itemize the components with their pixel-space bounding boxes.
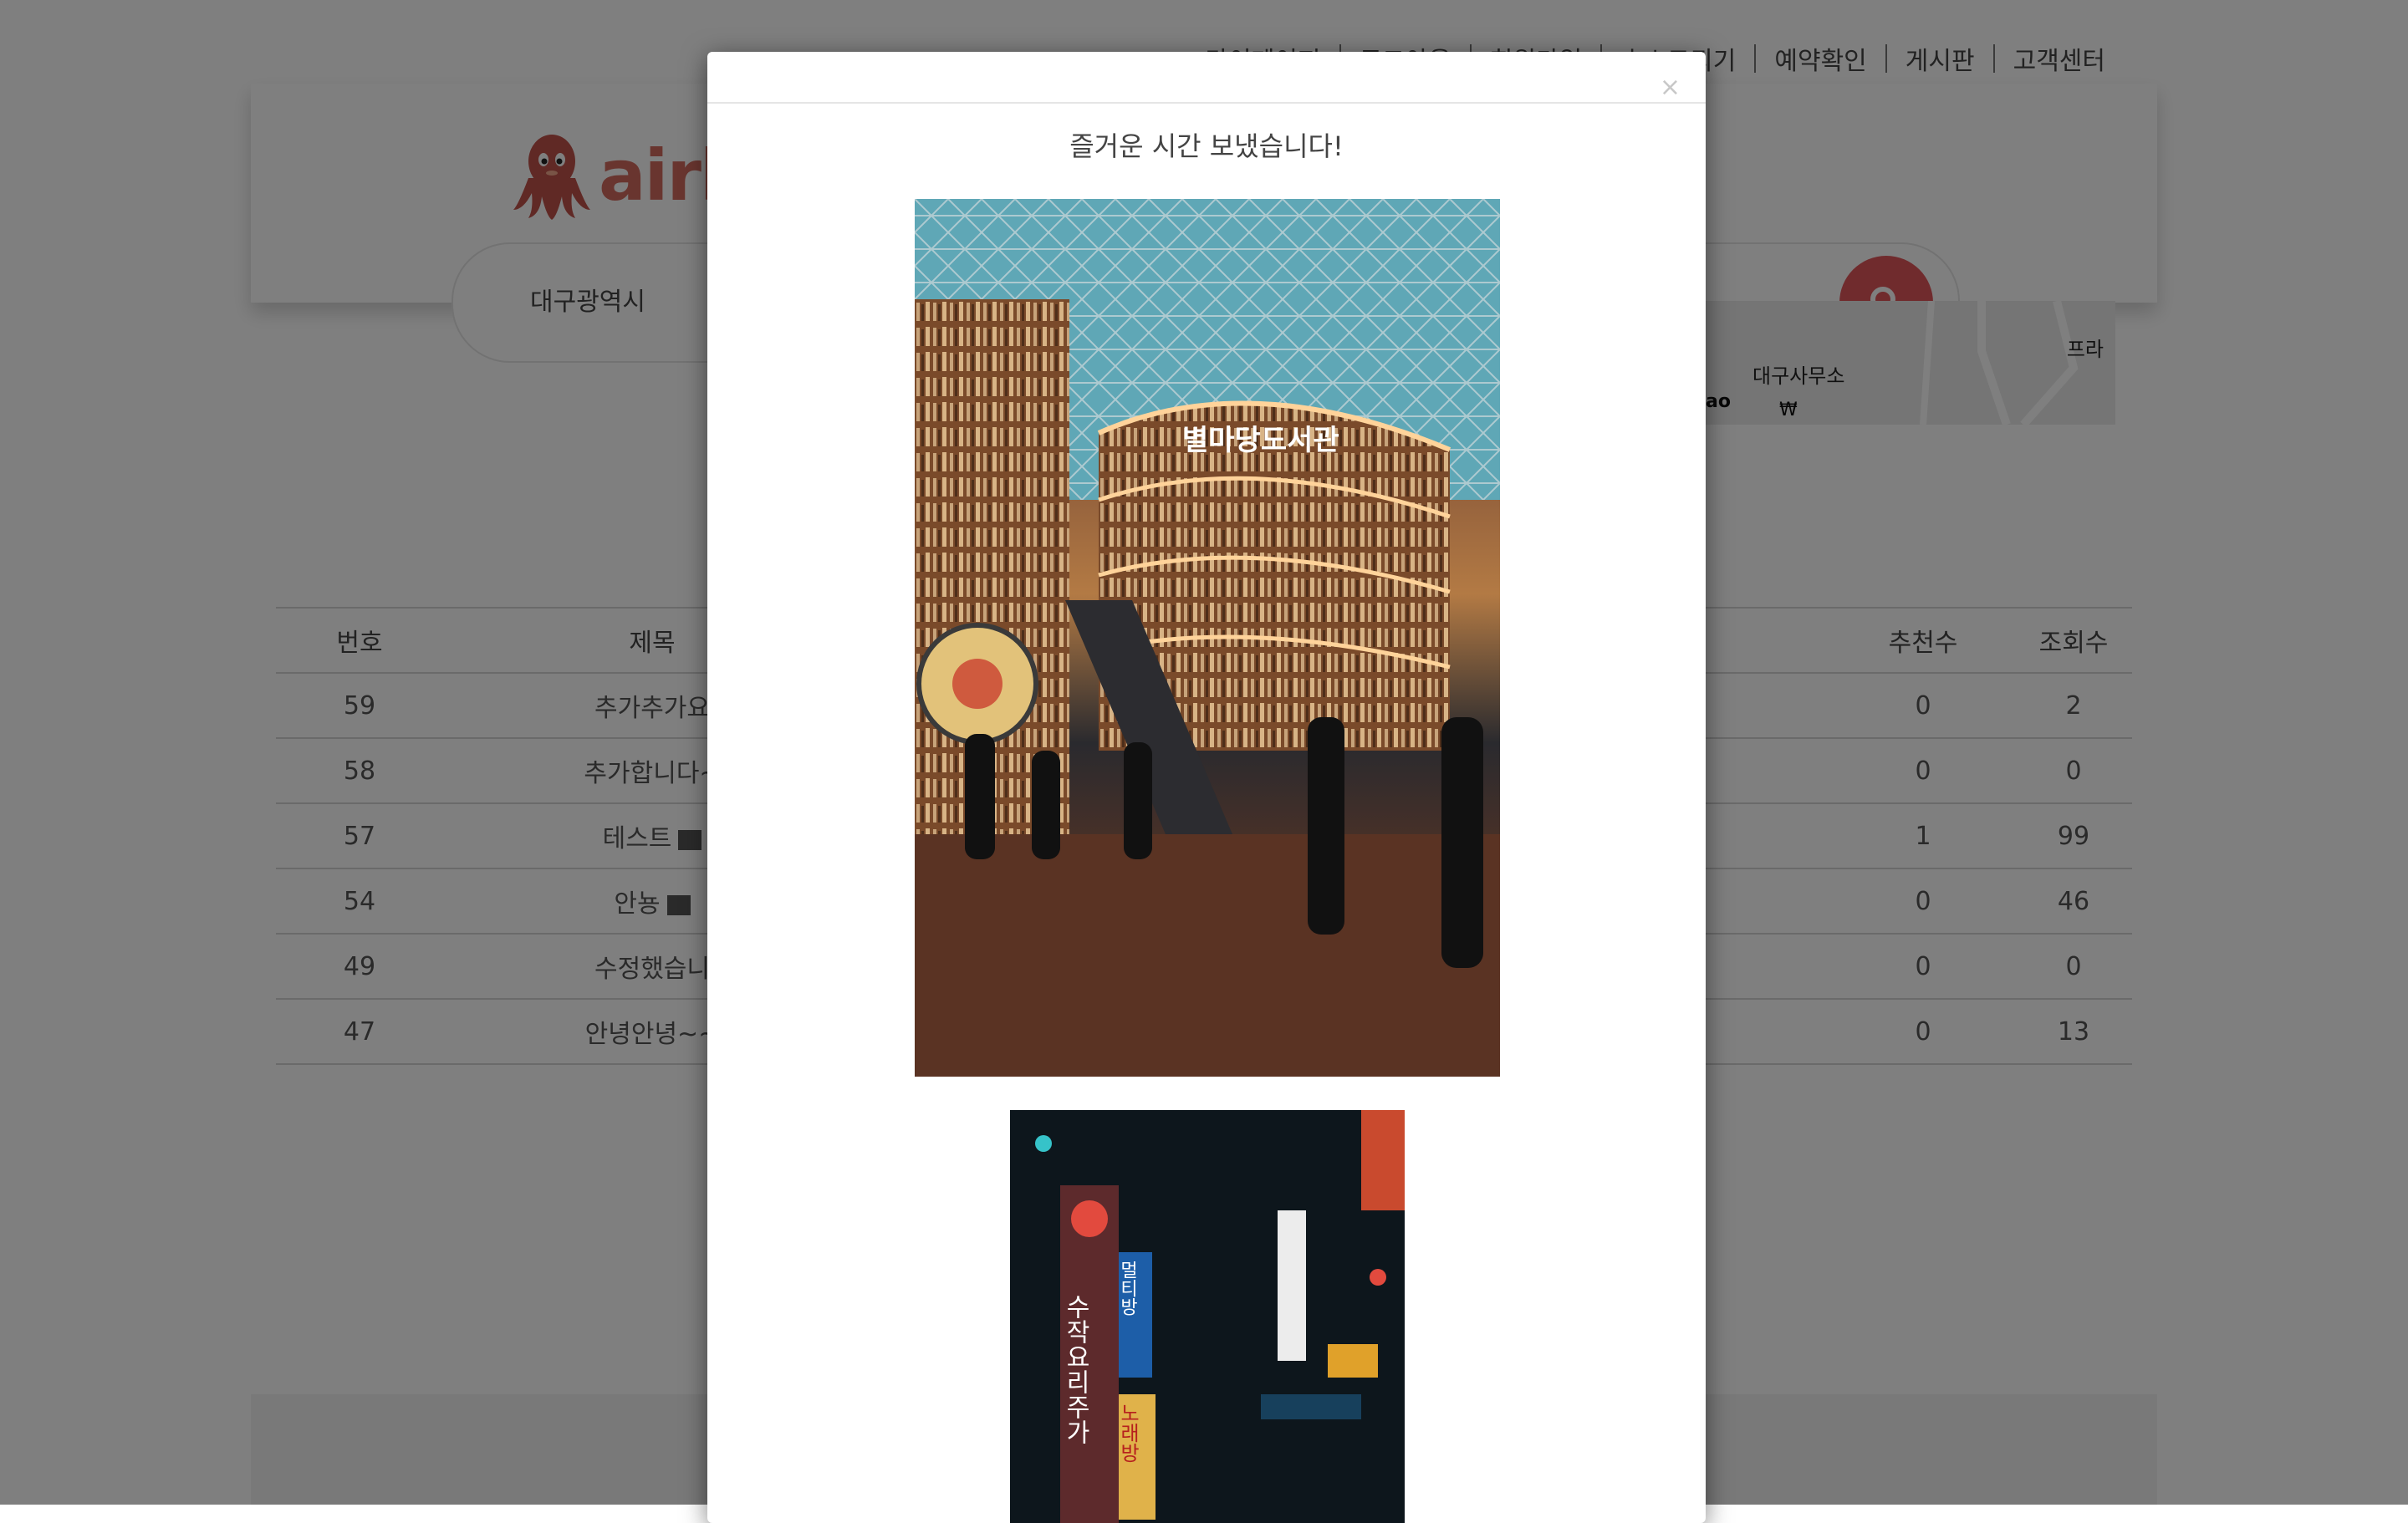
sign-multiroom: 멀티방 [1117,1261,1138,1316]
library-illustration: 별마당도서관 [915,199,1500,1077]
sign-restaurant: 수작요리주가 [1061,1294,1090,1444]
neon-street-illustration: 수작요리주가 멀티방 노래방 [1010,1110,1405,1523]
photo-library-interior: 별마당도서관 [915,199,1500,1077]
image-modal: × 즐거운 시간 보냈습니다! 별마당도서관 수작요리주가 멀티방 노래방 [707,52,1706,1523]
sign-karaoke: 노래방 [1116,1403,1140,1463]
photo-neon-street: 수작요리주가 멀티방 노래방 [1010,1110,1405,1523]
modal-title: 즐거운 시간 보냈습니다! [1069,130,1344,162]
close-button[interactable]: × [1660,75,1681,100]
library-sign: 별마당도서관 [1182,424,1339,457]
modal-header: × [707,52,1706,104]
